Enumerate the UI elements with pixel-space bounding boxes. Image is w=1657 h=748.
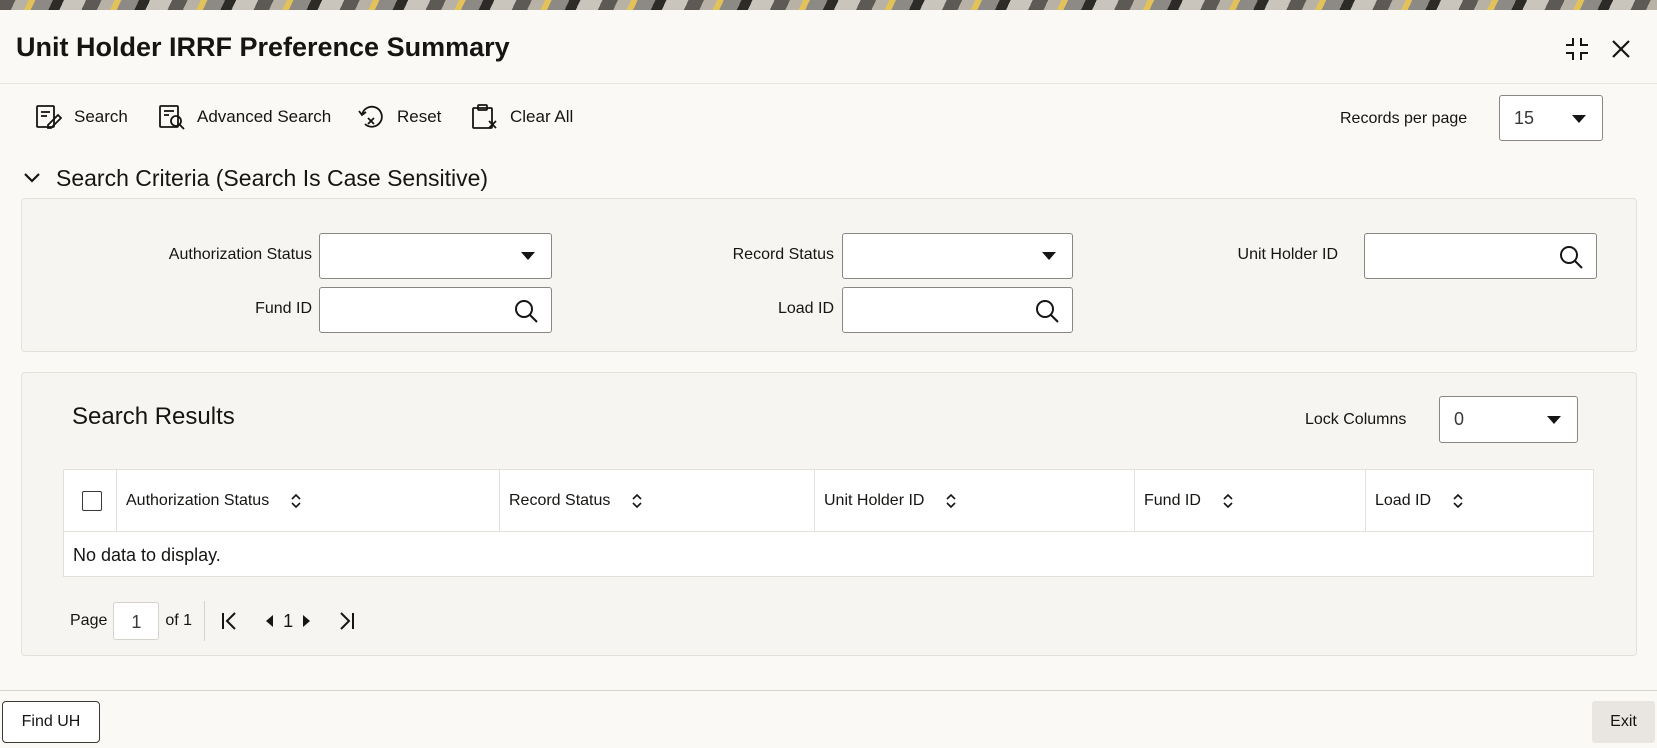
chevron-down-icon — [24, 173, 40, 183]
records-per-page-select[interactable]: 15 — [1499, 95, 1603, 141]
search-results-title: Search Results — [72, 403, 235, 430]
pagination: Page 1 of 1 1 — [70, 601, 359, 641]
page-title: Unit Holder IRRF Preference Summary — [16, 32, 510, 62]
reset-icon — [358, 105, 383, 128]
search-icon[interactable] — [1034, 298, 1060, 324]
unit-holder-id-label: Unit Holder ID — [1237, 246, 1338, 263]
sort-icon — [946, 493, 957, 509]
search-icon[interactable] — [1558, 244, 1584, 270]
results-table: Authorization Status Record Status Unit … — [63, 469, 1594, 577]
advanced-search-label: Advanced Search — [197, 107, 332, 126]
close-icon[interactable] — [1606, 34, 1636, 64]
reset-button[interactable]: Reset — [357, 100, 441, 134]
page-number-input[interactable]: 1 — [113, 602, 160, 640]
column-header-label: Load ID — [1375, 492, 1432, 509]
column-header-label: Fund ID — [1144, 492, 1201, 509]
chevron-down-icon — [1547, 416, 1561, 424]
advanced-search-button[interactable]: Advanced Search — [157, 100, 331, 134]
search-button[interactable]: Search — [34, 100, 128, 134]
search-criteria-panel: Authorization Status Record Status Unit … — [21, 198, 1637, 352]
records-per-page-value: 15 — [1514, 108, 1535, 128]
column-header-label: Authorization Status — [126, 492, 270, 509]
authorization-status-select[interactable] — [319, 233, 552, 279]
column-header-record-status[interactable]: Record Status — [499, 470, 814, 532]
lock-columns-select[interactable]: 0 — [1439, 396, 1578, 443]
select-all-checkbox[interactable] — [82, 491, 102, 511]
lock-columns-label: Lock Columns — [1305, 411, 1407, 428]
chevron-down-icon — [1572, 115, 1586, 123]
sort-icon — [1223, 493, 1233, 509]
search-icon[interactable] — [513, 298, 539, 324]
page-of-label: of 1 — [165, 612, 193, 629]
exit-button[interactable]: Exit — [1592, 701, 1655, 743]
title-bar: Unit Holder IRRF Preference Summary — [0, 10, 1657, 84]
load-id-input[interactable] — [842, 287, 1073, 333]
current-page-display: 1 — [283, 610, 294, 631]
column-header-authorization-status[interactable]: Authorization Status — [116, 470, 499, 532]
previous-page-icon[interactable] — [257, 608, 283, 634]
table-header: Authorization Status Record Status Unit … — [64, 470, 1593, 532]
footer-bar: Find UH Exit — [0, 690, 1657, 748]
record-status-select[interactable] — [842, 233, 1073, 279]
load-id-label: Load ID — [777, 300, 834, 317]
search-results-panel: Search Results Lock Columns 0 Authorizat… — [21, 372, 1637, 656]
column-header-label: Record Status — [509, 492, 611, 509]
page-label: Page — [70, 612, 108, 629]
authorization-status-label: Authorization Status — [168, 246, 312, 263]
last-page-icon[interactable] — [333, 608, 359, 634]
toolbar: Search Advanced Search Reset Clear All R… — [0, 92, 1657, 144]
chevron-down-icon — [1042, 252, 1056, 260]
fund-id-label: Fund ID — [255, 300, 312, 317]
first-page-icon[interactable] — [217, 608, 243, 634]
chevron-down-icon — [521, 252, 535, 260]
sort-icon — [632, 493, 642, 509]
search-criteria-title: Search Criteria (Search Is Case Sensitiv… — [56, 164, 489, 191]
column-header-fund-id[interactable]: Fund ID — [1134, 470, 1365, 532]
clear-all-icon — [472, 104, 497, 129]
maximize-icon[interactable] — [1562, 34, 1592, 64]
header-banner-strip — [0, 0, 1657, 10]
reset-button-label: Reset — [397, 107, 442, 126]
search-form-icon — [36, 105, 62, 129]
fund-id-input[interactable] — [319, 287, 552, 333]
sort-icon — [291, 493, 301, 509]
search-criteria-toggle[interactable]: Search Criteria (Search Is Case Sensitiv… — [20, 160, 488, 196]
pager-divider — [204, 601, 206, 641]
column-header-unit-holder-id[interactable]: Unit Holder ID — [814, 470, 1134, 532]
sort-icon — [1453, 493, 1463, 509]
summary-window: Unit Holder IRRF Preference Summary Sear… — [0, 10, 1657, 748]
search-button-label: Search — [74, 107, 128, 126]
unit-holder-id-input[interactable] — [1364, 233, 1597, 279]
find-uh-button[interactable]: Find UH — [2, 701, 100, 743]
no-data-message: No data to display. — [73, 545, 221, 565]
advanced-search-icon — [159, 105, 185, 130]
records-per-page-label: Records per page — [1340, 110, 1468, 127]
clear-all-label: Clear All — [510, 107, 574, 126]
column-header-label: Unit Holder ID — [824, 492, 925, 509]
record-status-label: Record Status — [732, 246, 834, 263]
clear-all-button[interactable]: Clear All — [470, 100, 573, 134]
lock-columns-value: 0 — [1454, 409, 1465, 429]
column-header-load-id[interactable]: Load ID — [1365, 470, 1594, 532]
next-page-icon[interactable] — [293, 608, 319, 634]
